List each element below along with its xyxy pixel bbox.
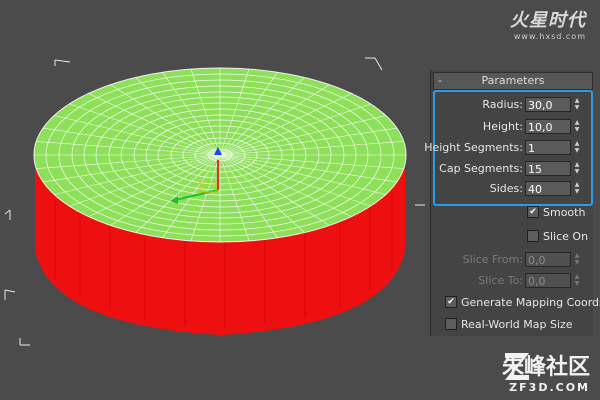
parameters-panel: - Parameters Radius: 30,0 ▲ ▼ Height: 10,…	[424, 70, 600, 336]
sides-spinner-icon[interactable]: ▲ ▼	[573, 181, 581, 196]
generate-mapping-checkbox[interactable]: ✔ Generate Mapping Coords.	[445, 296, 600, 312]
height-input[interactable]: 10,0	[525, 119, 571, 134]
radius-label: Radius:	[482, 98, 523, 111]
height-label: Height:	[482, 120, 523, 133]
height-segments-input[interactable]: 1	[525, 140, 571, 155]
real-world-map-checkbox[interactable]: Real-World Map Size	[445, 318, 573, 334]
watermark-url: www.hxsd.com	[513, 32, 586, 41]
cap-segments-label: Cap Segments:	[439, 162, 523, 175]
rollout-title: Parameters	[481, 74, 545, 87]
cap-segments-input[interactable]: 15	[525, 161, 571, 176]
height-row: Height: 10,0 ▲ ▼	[431, 118, 591, 136]
height-spinner-icon[interactable]: ▲ ▼	[573, 119, 581, 134]
cap-segments-spinner-icon[interactable]: ▲ ▼	[573, 161, 581, 176]
slice-from-row: Slice From: 0,0 ▲ ▼	[431, 251, 591, 269]
radius-spinner-icon[interactable]: ▲ ▼	[573, 97, 581, 112]
radius-input[interactable]: 30,0	[525, 97, 571, 112]
height-segments-row: Height Segments: 1 ▲ ▼	[424, 139, 591, 157]
sides-label: Sides:	[489, 182, 523, 195]
sides-input[interactable]: 40	[525, 181, 571, 196]
slice-from-spinner-icon[interactable]: ▲ ▼	[573, 252, 581, 267]
slice-on-box[interactable]	[527, 230, 539, 242]
watermark-bottom: 朱峰社区 ZF3D.COM	[502, 349, 590, 394]
generate-mapping-check-icon[interactable]: ✔	[445, 296, 457, 308]
watermark-top: 火星时代 www.hxsd.com	[510, 6, 586, 41]
sides-row: Sides: 40 ▲ ▼	[431, 180, 591, 198]
slice-to-input[interactable]: 0,0	[525, 273, 571, 288]
smooth-check-icon[interactable]: ✔	[527, 206, 539, 218]
parameters-rollout-header[interactable]: - Parameters	[433, 72, 593, 90]
generate-mapping-label: Generate Mapping Coords.	[461, 296, 600, 309]
slice-from-label: Slice From:	[462, 253, 523, 266]
watermark-logo: 火星时代	[510, 10, 586, 31]
cap-segments-row: Cap Segments: 15 ▲ ▼	[431, 160, 591, 178]
real-world-map-box[interactable]	[445, 318, 457, 330]
radius-row: Radius: 30,0 ▲ ▼	[431, 96, 591, 114]
slice-on-checkbox[interactable]: Slice On	[527, 230, 588, 246]
height-segments-label: Height Segments:	[424, 141, 523, 154]
slice-from-input[interactable]: 0,0	[525, 252, 571, 267]
real-world-map-label: Real-World Map Size	[461, 318, 573, 331]
smooth-checkbox[interactable]: ✔ Smooth	[527, 206, 585, 222]
collapse-icon[interactable]: -	[438, 73, 442, 89]
height-segments-spinner-icon[interactable]: ▲ ▼	[573, 140, 581, 155]
z-logo-icon	[504, 353, 529, 380]
smooth-label: Smooth	[543, 206, 586, 219]
slice-to-spinner-icon[interactable]: ▲ ▼	[573, 273, 581, 288]
slice-on-label: Slice On	[543, 230, 589, 243]
slice-to-row: Slice To: 0,0 ▲ ▼	[431, 272, 591, 290]
slice-to-label: Slice To:	[478, 274, 523, 287]
